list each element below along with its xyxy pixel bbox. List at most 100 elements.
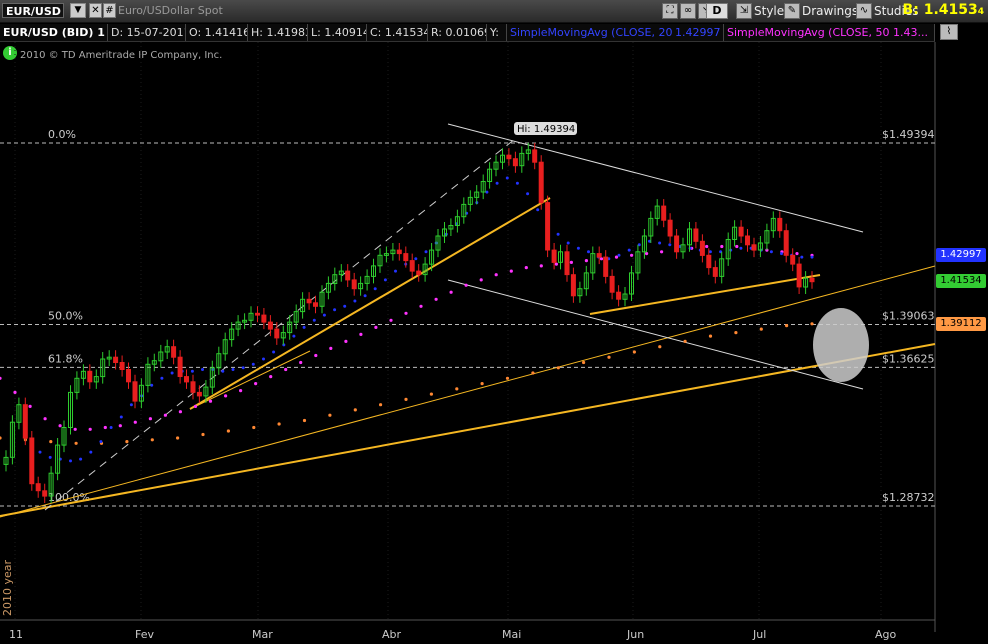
sma200-dot: [683, 339, 687, 343]
sma20-dot: [394, 269, 397, 273]
candles: [3, 142, 815, 503]
candle-body: [790, 254, 796, 265]
sma20-dot: [708, 250, 712, 254]
sma20-dot: [69, 459, 72, 463]
drawings-menu[interactable]: Drawings: [802, 3, 858, 19]
sma200-dot: [632, 350, 637, 354]
sma50-dot: [344, 339, 348, 343]
sma50-dot: [118, 424, 122, 428]
sma50-dot: [599, 257, 604, 261]
link-icon[interactable]: ∞: [680, 3, 696, 19]
sma200-dot: [531, 371, 535, 375]
candle-body: [184, 376, 189, 383]
sma200-dot: [49, 440, 53, 444]
sma20-dot: [221, 369, 225, 373]
fib-label: 0.0%: [48, 128, 76, 141]
symbol-input[interactable]: EUR/USD: [2, 3, 64, 18]
sma200-dot: [328, 413, 332, 417]
close-icon[interactable]: ✕: [89, 3, 102, 18]
candle-body: [570, 274, 576, 297]
sma200-dot: [302, 418, 307, 423]
fib-price-label: $1.49394: [882, 128, 935, 141]
candle-body: [274, 328, 280, 339]
sma50-dot: [103, 425, 107, 430]
candle-body: [409, 260, 415, 272]
sma20-dot: [515, 181, 519, 185]
candle-body: [87, 370, 93, 383]
period-button[interactable]: D: [706, 3, 728, 19]
sma50-dot: [208, 399, 213, 403]
sma200-dot: [708, 334, 713, 338]
candle-body: [751, 244, 757, 251]
sma20-dot: [231, 368, 235, 371]
candle-body: [35, 483, 41, 492]
sma20-dot: [292, 334, 296, 338]
sma50-dot: [614, 255, 619, 259]
sma50-dot: [0, 376, 2, 380]
sma50-dot: [254, 382, 258, 386]
fib-levels: 0.0% $1.4939450.0% $1.3906361.8% $1.3662510…: [0, 128, 935, 507]
x-tick-label: Mai: [502, 628, 521, 641]
sma50-dot: [645, 252, 649, 256]
sma50-dot: [539, 264, 543, 268]
studies-icon[interactable]: ∿: [856, 3, 872, 19]
sma20-dot: [99, 440, 103, 444]
sma50-dot: [58, 424, 62, 428]
candle-body: [177, 356, 183, 378]
sma50-series: [0, 244, 814, 431]
sma200-dot: [455, 387, 459, 391]
sma20-dot: [526, 192, 530, 196]
candle-body: [416, 270, 422, 276]
fib-label: 61.8%: [48, 352, 83, 365]
sma200-dot: [0, 436, 2, 440]
sma20-dot: [424, 250, 428, 254]
hash-icon[interactable]: #: [103, 3, 116, 18]
candle-body: [132, 381, 138, 402]
chart-settings-icon[interactable]: ⌇: [940, 24, 958, 40]
sma20-series: [38, 176, 814, 463]
candle-body: [809, 277, 815, 283]
price-tag: 1.39112: [936, 316, 986, 331]
price-chart[interactable]: 0.0% $1.4939450.0% $1.3906361.8% $1.3662510…: [0, 42, 988, 644]
sma20-dot: [109, 426, 113, 429]
high-annotation: Hi: 1.49394: [514, 122, 577, 135]
sma20-dot: [495, 181, 499, 185]
candle-body: [699, 240, 705, 256]
high-value: H: 1.41983: [248, 24, 308, 41]
sma50-dot: [314, 353, 318, 358]
drawings-icon[interactable]: ✎: [784, 3, 800, 19]
sma20-dot: [150, 383, 154, 387]
sma200-series: [0, 322, 814, 445]
candle-body: [512, 158, 518, 167]
grid-lines: [0, 42, 936, 632]
sma50-dot: [720, 244, 724, 249]
sma50-dot: [404, 311, 408, 315]
symbol-dropdown-icon[interactable]: ▼: [70, 3, 86, 18]
pin-icon[interactable]: ⇲: [736, 3, 752, 19]
sma20-dot: [201, 368, 204, 371]
sma200-dot: [252, 425, 256, 430]
high-badge-text: Hi: 1.49394: [517, 124, 575, 135]
sma50-dot: [434, 297, 438, 301]
x-axis: 11 Fev Mar Abr Mai Jun Jul Ago: [9, 628, 897, 641]
sma20-label: SimpleMovingAvg (CLOSE, 20, 0): [510, 26, 672, 39]
sma20-dot: [272, 350, 276, 354]
sma20-dot: [739, 246, 743, 250]
candle-body: [564, 251, 570, 276]
candle-body: [261, 314, 267, 323]
sma20-dot: [617, 253, 621, 257]
chart-title: EUR/USD (BID) 1 y D: [0, 24, 108, 41]
sma20-dot: [780, 252, 783, 256]
sma20-dot: [536, 208, 540, 212]
sma200-dot: [74, 441, 78, 445]
sma20-dot: [556, 232, 560, 236]
sma20-dot: [627, 248, 631, 252]
zoom-icon[interactable]: ⛶: [662, 3, 678, 19]
style-menu[interactable]: Style: [754, 3, 784, 19]
sma50-dot: [28, 404, 32, 408]
low-value: L: 1.40914: [308, 24, 367, 41]
fib-label: 50.0%: [48, 310, 83, 323]
date-value: D: 15-07-2011: [108, 24, 186, 41]
sma200-dot: [150, 438, 154, 442]
sma200-dot: [785, 324, 789, 328]
